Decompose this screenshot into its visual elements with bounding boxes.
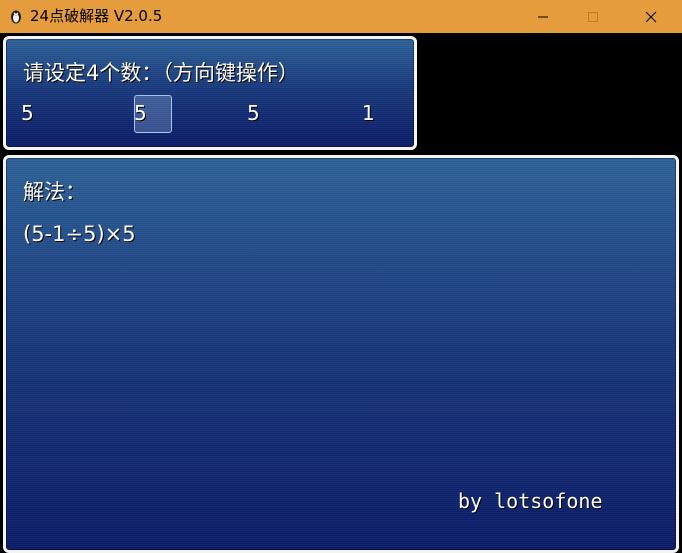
- minimize-icon: [538, 16, 548, 17]
- number-slot-1[interactable]: 5: [21, 101, 41, 125]
- number-input-panel: 请设定4个数：（方向键操作） 5 5 5 1: [3, 36, 417, 150]
- number-slot-4[interactable]: 1: [362, 101, 382, 125]
- close-icon: [645, 11, 657, 22]
- window-title: 24点破解器 V2.0.5: [30, 7, 163, 25]
- input-prompt: 请设定4个数：（方向键操作）: [23, 61, 299, 85]
- title-bar[interactable]: 24点破解器 V2.0.5: [0, 0, 682, 33]
- solution-expression: (5-1÷5)×5: [23, 222, 136, 246]
- maximize-icon: [588, 11, 598, 22]
- solution-panel: 解法： (5-1÷5)×5 by lotsofone: [3, 155, 679, 553]
- author-credit: by lotsofone: [458, 489, 603, 513]
- minimize-button[interactable]: [520, 0, 566, 33]
- maximize-button[interactable]: [570, 0, 616, 33]
- number-slot-3[interactable]: 5: [247, 101, 267, 125]
- penguin-icon: [8, 8, 24, 24]
- number-slot-2[interactable]: 5: [134, 101, 154, 125]
- solution-label: 解法：: [23, 180, 86, 204]
- game-canvas[interactable]: 请设定4个数：（方向键操作） 5 5 5 1 解法： (5-1÷5)×5 by …: [0, 33, 682, 553]
- close-button[interactable]: [628, 0, 674, 33]
